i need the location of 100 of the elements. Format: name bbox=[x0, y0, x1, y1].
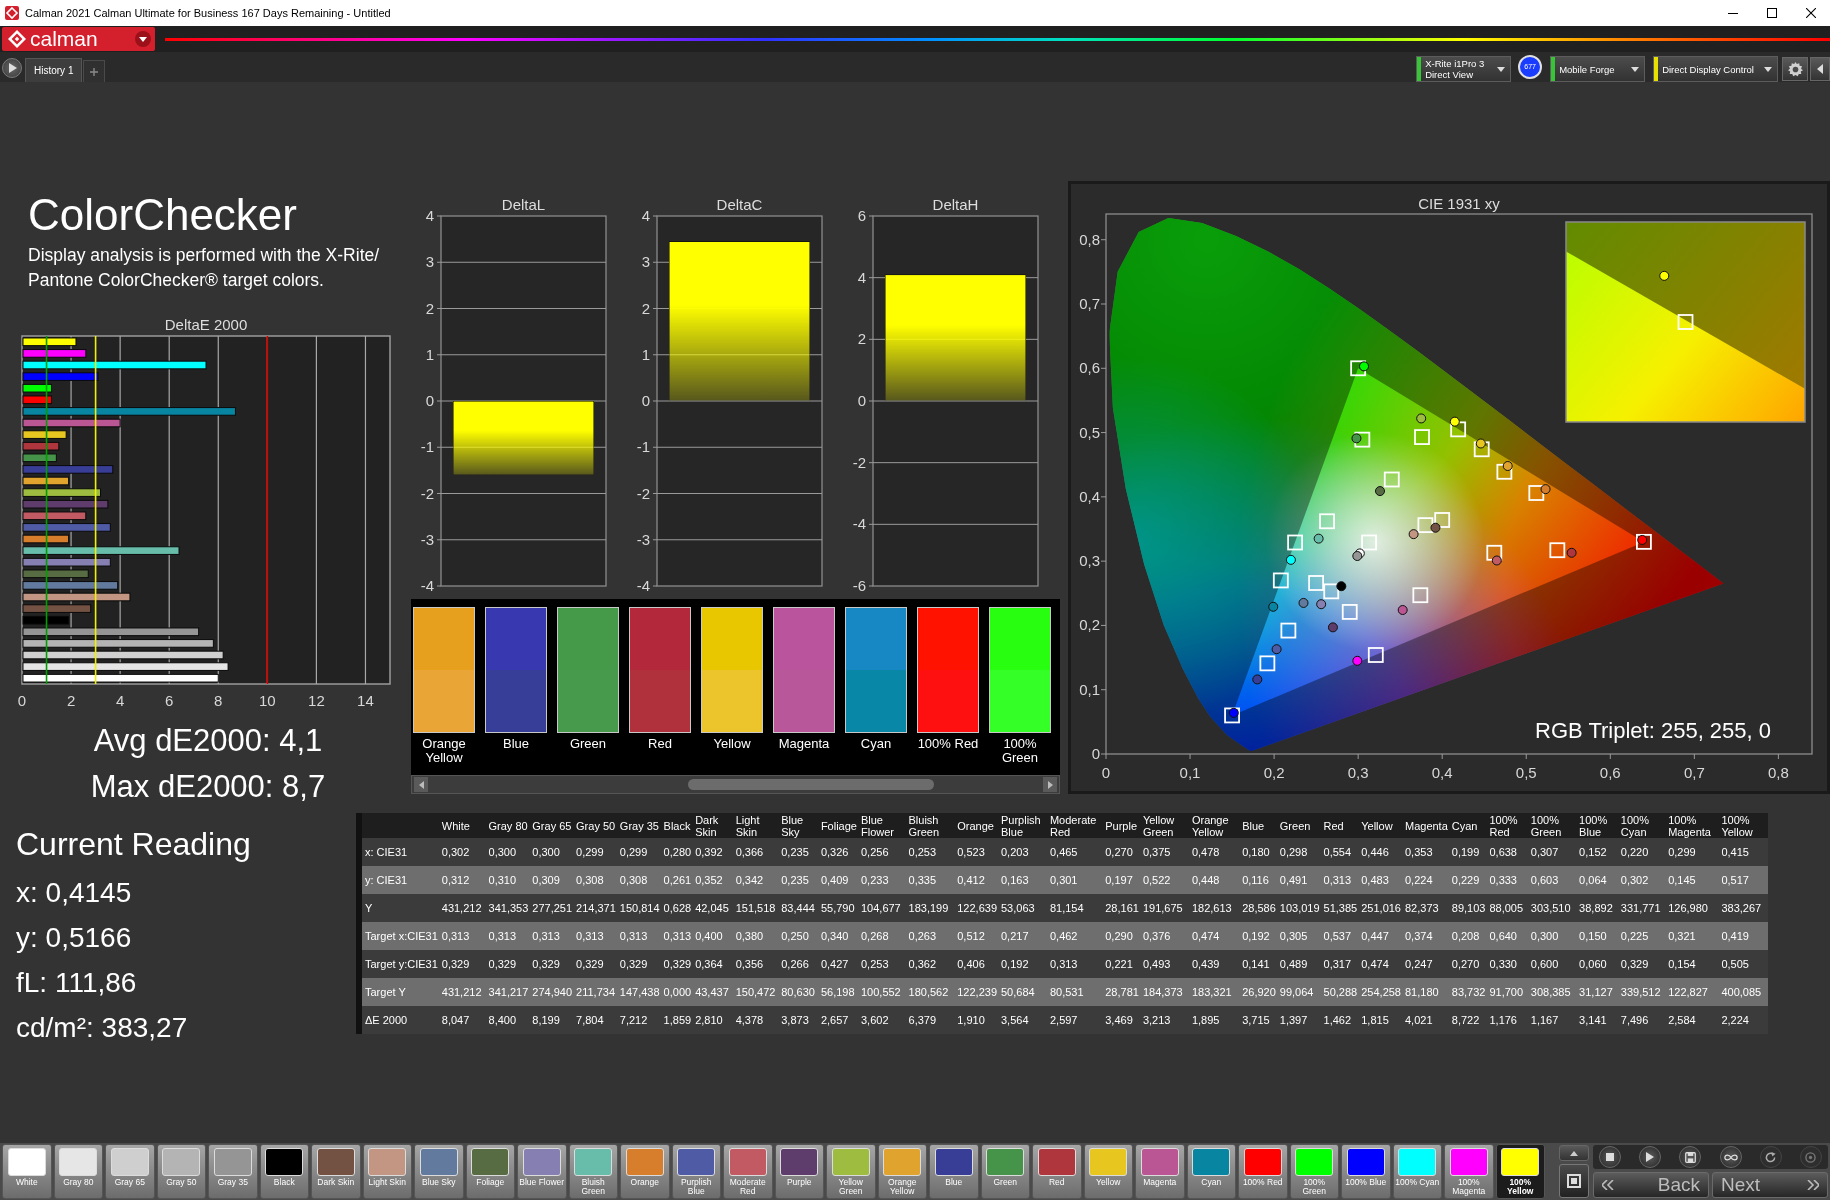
patch-button[interactable]: Blue Flower bbox=[517, 1144, 567, 1199]
scrollbar-thumb[interactable] bbox=[688, 779, 934, 790]
loop-button[interactable] bbox=[1719, 1146, 1742, 1168]
bar bbox=[22, 383, 52, 393]
patch-button[interactable]: 100% Red bbox=[1238, 1144, 1288, 1199]
target-marker bbox=[1496, 463, 1513, 480]
patch-button[interactable]: Yellow Green bbox=[826, 1144, 876, 1199]
target-marker bbox=[1636, 533, 1652, 550]
bar bbox=[22, 604, 92, 613]
device-selector[interactable]: Direct Display Control bbox=[1653, 56, 1778, 82]
play-button[interactable] bbox=[1639, 1146, 1662, 1168]
table-cell: 0,380 bbox=[733, 922, 780, 950]
patch-button[interactable]: Foliage bbox=[465, 1144, 515, 1199]
table-cell: 182,613 bbox=[1189, 894, 1241, 922]
patch-button[interactable]: Gray 50 bbox=[156, 1144, 206, 1199]
stop-button[interactable] bbox=[1559, 1164, 1589, 1198]
patch-button[interactable]: Gray 80 bbox=[53, 1144, 103, 1199]
patch-button[interactable]: Light Skin bbox=[362, 1144, 412, 1199]
table-cell: 0,448 bbox=[1189, 866, 1241, 894]
patch-button[interactable]: Black bbox=[259, 1144, 309, 1199]
patch-button[interactable]: 100% Magenta bbox=[1444, 1144, 1494, 1199]
close-icon bbox=[1805, 8, 1816, 18]
tab[interactable]: History 1 bbox=[25, 58, 83, 82]
scroll-left-button[interactable] bbox=[414, 777, 428, 792]
axis-tick-label: -4 bbox=[420, 577, 434, 592]
patch-button[interactable]: White bbox=[2, 1144, 52, 1199]
table-cell: 8,199 bbox=[530, 1006, 575, 1034]
patch-button[interactable]: Orange Yellow bbox=[877, 1144, 927, 1199]
table-cell: 150,814 bbox=[617, 894, 662, 922]
table-cell: 308,385 bbox=[1528, 978, 1578, 1006]
patch-button[interactable]: 100% Cyan bbox=[1392, 1144, 1442, 1199]
patch-button[interactable]: 100% Blue bbox=[1341, 1144, 1391, 1199]
patch-button[interactable]: Purplish Blue bbox=[671, 1144, 721, 1199]
table-cell: 0,313 bbox=[530, 922, 575, 950]
refresh-button[interactable] bbox=[1759, 1146, 1782, 1168]
maximum-delta-e: Max dE2000: 8,7 bbox=[89, 768, 327, 806]
next-button[interactable]: Next bbox=[1712, 1172, 1828, 1198]
table-cell: 0,523 bbox=[955, 838, 999, 866]
patch-button[interactable]: Yellow bbox=[1083, 1144, 1133, 1199]
device-selector[interactable]: X-Rite i1Pro 3 Direct View bbox=[1416, 56, 1512, 82]
chart-title: DeltaH bbox=[932, 196, 979, 213]
patch-button[interactable]: Moderate Red bbox=[723, 1144, 773, 1199]
table-cell: 0,302 bbox=[1618, 866, 1667, 894]
table-cell: 214,371 bbox=[574, 894, 618, 922]
back-button[interactable]: Back bbox=[1593, 1172, 1709, 1198]
table-cell: 0,474 bbox=[1189, 922, 1241, 950]
table-cell: 0,638 bbox=[1487, 838, 1529, 866]
table-cell: 0,447 bbox=[1359, 922, 1403, 950]
patch-button[interactable]: Gray 35 bbox=[208, 1144, 258, 1199]
patch-button[interactable]: Cyan bbox=[1186, 1144, 1236, 1199]
axis-tick-label: 0 bbox=[1101, 764, 1111, 781]
app-menu-button[interactable]: calman bbox=[2, 27, 155, 51]
table-cell: 0,280 bbox=[661, 838, 694, 866]
options-button[interactable] bbox=[1799, 1146, 1822, 1168]
patch-button[interactable]: Orange bbox=[620, 1144, 670, 1199]
collapse-button[interactable] bbox=[1810, 57, 1830, 81]
target-marker bbox=[1473, 441, 1490, 458]
table-cell: 3,213 bbox=[1140, 1006, 1190, 1034]
patch-button[interactable]: Blue Sky bbox=[414, 1144, 464, 1199]
patch-button[interactable]: Blue bbox=[929, 1144, 979, 1199]
axis-tick-label: -1 bbox=[636, 438, 650, 456]
add-tab-button[interactable] bbox=[83, 60, 106, 82]
scroll-right-button[interactable] bbox=[1043, 777, 1057, 792]
stop-button[interactable] bbox=[1599, 1146, 1621, 1168]
table-cell: 50,684 bbox=[999, 978, 1048, 1006]
table-cell: 2,597 bbox=[1047, 1006, 1104, 1034]
table-cell: 0,329 bbox=[574, 950, 618, 978]
table-cell: 0,313 bbox=[574, 922, 618, 950]
patch-button[interactable]: Magenta bbox=[1135, 1144, 1185, 1199]
patch-button[interactable]: 100% Green bbox=[1289, 1144, 1339, 1199]
table-cell: 88,005 bbox=[1487, 894, 1529, 922]
table-cell: 0,310 bbox=[486, 866, 531, 894]
expand-button[interactable] bbox=[1559, 1145, 1589, 1161]
patch-button[interactable]: Gray 65 bbox=[105, 1144, 155, 1199]
axis-tick-label: 0,1 bbox=[1179, 764, 1201, 781]
table-cell: 0,419 bbox=[1719, 922, 1768, 950]
record-button[interactable] bbox=[1679, 1146, 1702, 1168]
play-button[interactable] bbox=[2, 58, 22, 78]
plus-icon bbox=[90, 67, 99, 76]
axis-tick-label: -3 bbox=[636, 530, 650, 548]
table-cell: 0,374 bbox=[1403, 922, 1450, 950]
table-cell: 0,247 bbox=[1403, 950, 1450, 978]
table-cell: 0,505 bbox=[1719, 950, 1768, 978]
table-cell: 0,299 bbox=[574, 838, 618, 866]
patch-button[interactable]: Green bbox=[980, 1144, 1030, 1199]
target-marker bbox=[1280, 622, 1297, 639]
measured-point bbox=[1336, 581, 1347, 592]
table-cell: 0,313 bbox=[1321, 866, 1360, 894]
patch-button[interactable]: 100% Yellow bbox=[1495, 1144, 1545, 1199]
patch-button[interactable]: Dark Skin bbox=[311, 1144, 361, 1199]
patch-button[interactable]: Bluish Green bbox=[568, 1144, 618, 1199]
patch-button[interactable]: Purple bbox=[774, 1144, 824, 1199]
column-header: Yellow Green bbox=[1140, 813, 1190, 838]
table-cell: 0,060 bbox=[1577, 950, 1619, 978]
settings-button[interactable] bbox=[1782, 57, 1808, 81]
patch-button[interactable]: Red bbox=[1032, 1144, 1082, 1199]
chart-title: DeltaL bbox=[501, 196, 546, 213]
patch-label: Cyan bbox=[859, 737, 893, 751]
axis-tick-label: 0,5 bbox=[1515, 764, 1537, 781]
device-selector[interactable]: Mobile Forge bbox=[1550, 56, 1646, 82]
